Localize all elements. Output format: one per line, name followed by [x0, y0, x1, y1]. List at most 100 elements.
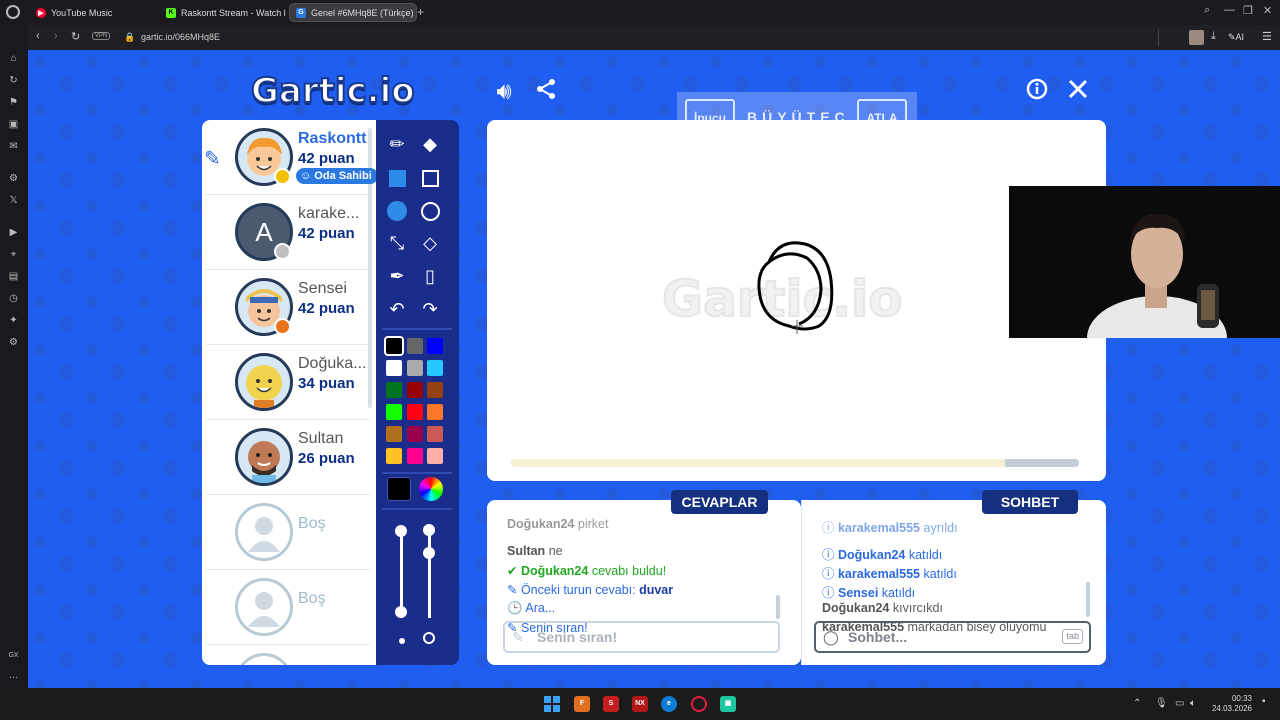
empty-slot[interactable]: Boş	[206, 495, 370, 570]
chat-scrollbar[interactable]	[1086, 582, 1090, 617]
share-icon[interactable]	[532, 78, 560, 106]
extensions-icon[interactable]: ✦	[7, 315, 20, 327]
hint-button[interactable]: İpucu	[685, 99, 735, 137]
reload-icon[interactable]: ↻	[71, 30, 80, 43]
lock-icon[interactable]: 🔒	[124, 32, 135, 43]
color-swatch[interactable]	[406, 448, 423, 464]
search-tabs-icon[interactable]: ⌕	[1204, 4, 1210, 17]
slider-knob[interactable]	[423, 524, 435, 536]
history-icon[interactable]: ◷	[7, 293, 20, 305]
opera-logo-icon[interactable]	[6, 5, 20, 19]
color-swatch[interactable]	[427, 426, 443, 442]
twitch-icon[interactable]: ▣	[7, 119, 20, 131]
close-window-icon[interactable]: ✕	[1263, 4, 1272, 17]
pencil-tool-icon[interactable]: ✏	[383, 130, 411, 158]
eraser-tool-icon[interactable]: ◇	[416, 229, 444, 257]
download-icon[interactable]: ⤓	[1211, 30, 1216, 43]
color-swatch[interactable]	[386, 426, 402, 442]
player-row[interactable]: A karake... 42 puan	[206, 195, 370, 270]
brush-size-slider[interactable]	[400, 530, 403, 618]
color-swatch[interactable]	[386, 382, 402, 398]
edge-icon[interactable]: e	[661, 696, 677, 712]
color-swatch[interactable]	[427, 360, 443, 376]
new-tab-plus-icon[interactable]: +	[417, 5, 429, 19]
undo-icon[interactable]: ↶	[383, 295, 411, 323]
color-swatch[interactable]	[384, 336, 404, 356]
tab-gartic-room[interactable]: G Genel #6MHq8E (Türkçe)	[289, 3, 417, 22]
circle-tool-icon[interactable]	[416, 196, 444, 224]
slider-knob[interactable]	[423, 547, 435, 559]
color-swatch[interactable]	[386, 404, 402, 420]
player-icon[interactable]: ▶	[7, 227, 20, 239]
empty-slot[interactable]	[206, 645, 370, 665]
empty-slot[interactable]: Boş	[206, 570, 370, 645]
color-swatch[interactable]	[427, 338, 443, 354]
color-swatch[interactable]	[406, 382, 423, 398]
player-row[interactable]: Sensei 42 puan	[206, 270, 370, 345]
gx-corner-icon[interactable]: ⌂	[7, 53, 20, 65]
color-swatch[interactable]	[427, 404, 443, 420]
nx-app-icon[interactable]: NX	[632, 696, 648, 712]
color-swatch[interactable]	[427, 448, 443, 464]
opera-gx-icon[interactable]	[691, 696, 707, 712]
tray-chevron-icon[interactable]: ⌃	[1133, 698, 1141, 709]
microphone-icon[interactable]: 🎙︎	[1155, 698, 1168, 709]
maximize-icon[interactable]: ❐	[1243, 4, 1253, 17]
forward-icon[interactable]: ›	[54, 30, 58, 42]
chatgpt-icon[interactable]: ⚙	[7, 173, 20, 185]
more-icon[interactable]: …	[7, 670, 20, 682]
windows-start-icon[interactable]	[544, 696, 560, 712]
color-swatch[interactable]	[386, 360, 402, 376]
sound-icon[interactable]: 🔊︎	[490, 78, 518, 106]
minimize-icon[interactable]: —	[1224, 4, 1235, 16]
network-icon[interactable]: ▭	[1175, 698, 1184, 709]
settings-icon[interactable]: ⚙	[7, 337, 20, 349]
exit-close-icon[interactable]	[1064, 78, 1092, 106]
player-row[interactable]: Sultan 26 puan	[206, 420, 370, 495]
info-icon[interactable]	[1023, 78, 1051, 106]
filled-rectangle-tool-icon[interactable]	[383, 163, 411, 191]
eyedropper-tool-icon[interactable]: ✒	[383, 262, 411, 290]
filled-circle-tool-icon[interactable]	[383, 196, 411, 224]
color-swatch[interactable]	[406, 360, 423, 376]
clock[interactable]: 00:33 24.03.2026	[1206, 694, 1252, 714]
back-icon[interactable]: ‹	[36, 30, 40, 42]
line-tool-icon[interactable]: ⤡	[383, 229, 411, 257]
color-picker-icon[interactable]	[419, 477, 443, 501]
volume-icon[interactable]: 🔈︎	[1190, 698, 1196, 709]
color-swatch[interactable]	[386, 448, 402, 464]
gx-label[interactable]: GX	[7, 650, 20, 662]
speed-dial-icon[interactable]: ↻	[7, 75, 20, 87]
clear-page-icon[interactable]: ▯	[416, 262, 444, 290]
wallet-icon[interactable]: ▤	[7, 271, 20, 283]
tab-youtube-music[interactable]: ▶ YouTube Music	[30, 3, 158, 22]
messenger-icon[interactable]: ✉	[7, 141, 20, 153]
aria-ai-button[interactable]: ✎AI	[1228, 32, 1244, 43]
profile-avatar[interactable]	[1189, 30, 1204, 45]
steam-app-icon[interactable]: S	[603, 696, 619, 712]
color-swatch[interactable]	[406, 338, 423, 354]
current-color-swatch[interactable]	[387, 477, 411, 501]
slider-knob[interactable]	[395, 525, 407, 537]
color-swatch[interactable]	[406, 426, 423, 442]
color-swatch[interactable]	[406, 404, 423, 420]
vpn-badge[interactable]: VPN	[92, 32, 111, 40]
rectangle-tool-icon[interactable]	[416, 163, 444, 191]
color-swatch[interactable]	[427, 382, 443, 398]
answers-scrollbar[interactable]	[776, 595, 780, 619]
redo-icon[interactable]: ↷	[416, 295, 444, 323]
pin-icon[interactable]: ⌖	[7, 249, 20, 261]
skip-button[interactable]: ATLA	[857, 99, 907, 137]
app-icon[interactable]: ▣	[720, 696, 736, 712]
tab-raskontt-stream[interactable]: K Raskontt Stream - Watch l	[160, 3, 288, 22]
player-row[interactable]: ✎ Raskontt 42 puan ☺ Oda Sahibi	[204, 120, 376, 195]
slider-knob[interactable]	[395, 606, 407, 618]
gartic-logo[interactable]: Gartic.io	[250, 70, 416, 112]
url-field[interactable]: gartic.io/066MHq8E	[141, 32, 220, 42]
file-explorer-icon[interactable]: F	[574, 696, 590, 712]
player-row[interactable]: Doğuka... 34 puan	[206, 345, 370, 420]
bag-icon[interactable]: ⚑	[7, 97, 20, 109]
menu-icon[interactable]: ☰	[1262, 30, 1272, 43]
notifications-icon[interactable]: ▪	[1262, 696, 1266, 707]
x-icon[interactable]: 𝕏	[7, 195, 20, 207]
